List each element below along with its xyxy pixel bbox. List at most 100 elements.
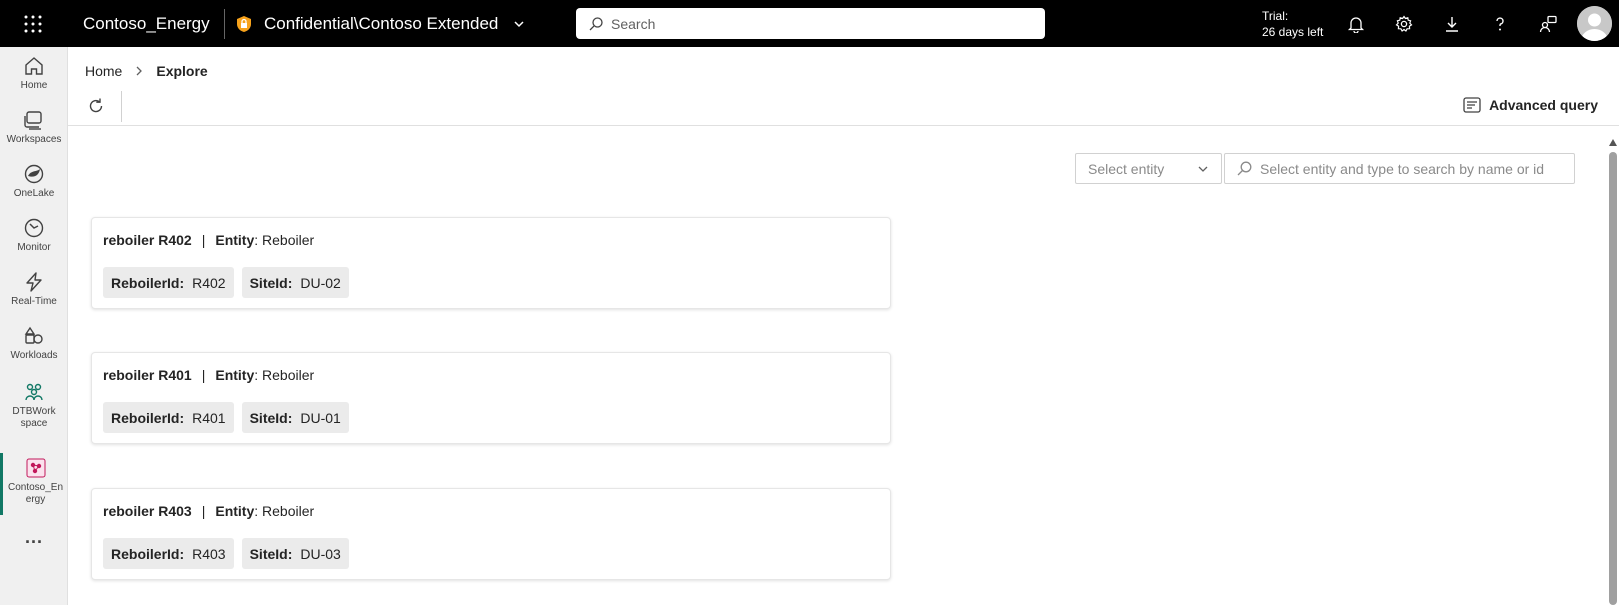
workloads-icon xyxy=(24,326,43,344)
entity-key: Entity xyxy=(215,503,255,519)
property-chip: ReboilerId: R403 xyxy=(103,538,234,569)
shield-icon xyxy=(237,15,251,32)
notifications-button[interactable] xyxy=(1332,0,1380,47)
entity-select-dropdown[interactable]: Select entity xyxy=(1075,153,1222,184)
download-button[interactable] xyxy=(1428,0,1476,47)
rail-item-label: Workspaces xyxy=(6,134,62,145)
entity-search-input[interactable]: Select entity and type to search by name… xyxy=(1224,153,1575,184)
property-chip: ReboilerId: R402 xyxy=(103,267,234,298)
property-chips: ReboilerId: R401 SiteId: DU-01 xyxy=(103,402,357,433)
property-chips: ReboilerId: R402 SiteId: DU-02 xyxy=(103,267,357,298)
rail-item-dtb-workspace[interactable]: DTBWork space xyxy=(0,381,68,430)
people-feedback-icon xyxy=(1539,15,1557,32)
search-placeholder: Search xyxy=(611,15,656,32)
rail-item-contoso-energy[interactable]: Contoso_En ergy xyxy=(0,453,68,515)
gear-icon xyxy=(1395,14,1413,32)
chevron-down-icon xyxy=(514,20,524,27)
download-icon xyxy=(1446,16,1458,32)
property-chips: ReboilerId: R403 SiteId: DU-03 xyxy=(103,538,357,569)
entity-value: : Reboiler xyxy=(254,367,315,383)
result-card[interactable]: reboiler R402 | Entity : Reboiler Reboil… xyxy=(91,217,891,309)
rail-more-button[interactable]: ... xyxy=(0,527,68,547)
chip-key: SiteId: xyxy=(249,274,293,291)
rail-item-label: Monitor xyxy=(17,242,51,253)
breadcrumb: Home Explore xyxy=(85,63,208,79)
breadcrumb-home[interactable]: Home xyxy=(85,63,122,79)
search-icon xyxy=(1237,161,1252,176)
monitor-icon xyxy=(24,218,44,238)
rail-item-home[interactable]: Home xyxy=(0,55,68,92)
explore-content: Select entity Select entity and type to … xyxy=(68,127,1619,605)
query-icon xyxy=(1463,97,1481,113)
global-search-input[interactable]: Search xyxy=(576,8,1045,39)
top-bar: Contoso_Energy Confidential\Contoso Exte… xyxy=(0,0,1619,47)
app-launcher-button[interactable] xyxy=(0,0,66,47)
result-card[interactable]: reboiler R403 | Entity : Reboiler Reboil… xyxy=(91,488,891,580)
sensitivity-label-button[interactable]: Confidential\Contoso Extended xyxy=(235,14,526,34)
result-card-title: reboiler R402 | Entity : Reboiler xyxy=(103,232,314,248)
top-icons xyxy=(1332,0,1572,47)
scrollbar-thumb[interactable] xyxy=(1609,152,1617,605)
rail-item-onelake[interactable]: OneLake xyxy=(0,163,68,200)
advanced-query-button[interactable]: Advanced query xyxy=(1463,97,1598,113)
trial-label: Trial: xyxy=(1262,9,1289,23)
property-chip: SiteId: DU-03 xyxy=(241,538,349,569)
rail-item-label: Real-Time xyxy=(11,296,57,307)
waffle-icon xyxy=(24,15,42,32)
user-avatar-icon xyxy=(1577,6,1612,41)
property-chip: ReboilerId: R401 xyxy=(103,402,234,433)
chip-key: SiteId: xyxy=(249,545,293,562)
rail-item-label: Workloads xyxy=(10,350,58,361)
result-name: reboiler R403 xyxy=(103,503,192,519)
result-card-title: reboiler R401 | Entity : Reboiler xyxy=(103,367,314,383)
rail-item-monitor[interactable]: Monitor xyxy=(0,217,68,254)
rail-item-workspaces[interactable]: Workspaces xyxy=(0,109,68,146)
rail-item-label: DTBWork space xyxy=(12,406,56,429)
result-card[interactable]: reboiler R401 | Entity : Reboiler Reboil… xyxy=(91,352,891,444)
title-separator: | xyxy=(201,367,206,383)
settings-button[interactable] xyxy=(1380,0,1428,47)
vertical-scrollbar[interactable] xyxy=(1607,139,1619,605)
trial-status[interactable]: Trial: 26 days left xyxy=(1262,8,1323,40)
toolbar-divider xyxy=(121,91,122,122)
app-name[interactable]: Contoso_Energy xyxy=(83,14,223,34)
help-button[interactable] xyxy=(1476,0,1524,47)
refresh-icon[interactable] xyxy=(87,97,105,115)
result-name: reboiler R401 xyxy=(103,367,192,383)
rail-item-real-time[interactable]: Real-Time xyxy=(0,271,68,308)
dtb-workspace-icon xyxy=(25,383,43,401)
result-name: reboiler R402 xyxy=(103,232,192,248)
entity-select-placeholder: Select entity xyxy=(1088,160,1165,177)
title-separator: | xyxy=(201,503,206,519)
entity-key: Entity xyxy=(215,367,255,383)
divider xyxy=(224,8,225,39)
chevron-down-icon xyxy=(1198,166,1208,172)
more-icon: ... xyxy=(24,527,43,547)
avatar[interactable] xyxy=(1577,6,1612,41)
chip-value: DU-03 xyxy=(300,545,341,562)
rail-item-workloads[interactable]: Workloads xyxy=(0,325,68,362)
chip-value: DU-02 xyxy=(300,274,341,291)
help-icon xyxy=(1496,16,1504,30)
scroll-up-arrow-icon[interactable] xyxy=(1609,139,1617,146)
chip-key: ReboilerId: xyxy=(111,409,185,426)
onelake-icon xyxy=(24,164,44,184)
rail-item-label: OneLake xyxy=(13,188,55,199)
entity-value: : Reboiler xyxy=(254,232,315,248)
chip-value: R403 xyxy=(192,545,226,562)
search-icon xyxy=(589,16,603,30)
trial-days-left: 26 days left xyxy=(1262,25,1324,39)
property-chip: SiteId: DU-01 xyxy=(241,402,349,433)
feedback-button[interactable] xyxy=(1524,0,1572,47)
sensitivity-label-text: Confidential\Contoso Extended xyxy=(264,13,499,33)
main-area: Home Explore Advanced query Select entit… xyxy=(68,47,1619,605)
chevron-right-icon xyxy=(136,66,143,76)
rail-item-label: Home xyxy=(20,80,48,91)
title-separator: | xyxy=(201,232,206,248)
entity-search-placeholder: Select entity and type to search by name… xyxy=(1260,160,1545,177)
advanced-query-label: Advanced query xyxy=(1489,97,1598,113)
home-icon xyxy=(25,57,43,75)
contoso-item-icon xyxy=(26,458,45,478)
chip-key: SiteId: xyxy=(249,409,293,426)
toolbar: Advanced query xyxy=(68,87,1619,126)
